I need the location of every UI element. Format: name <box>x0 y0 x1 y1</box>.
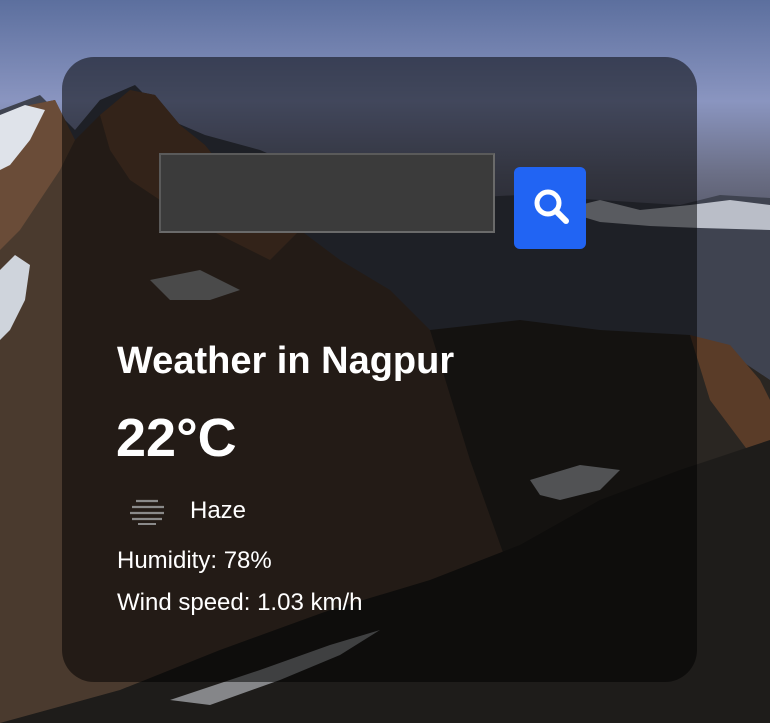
condition-row: Haze <box>128 493 246 529</box>
search-icon <box>534 189 569 224</box>
temperature: 22°C <box>116 408 237 468</box>
wind-speed-text: Wind speed: 1.03 km/h <box>117 589 363 616</box>
weather-card: Weather in Nagpur 22°C Haze Humidity: 78… <box>62 57 697 682</box>
city-title: Weather in Nagpur <box>117 340 455 382</box>
haze-icon <box>130 499 164 525</box>
search-input[interactable] <box>159 153 495 233</box>
humidity-text: Humidity: 78% <box>117 547 272 574</box>
weather-condition: Haze <box>190 497 247 524</box>
search-button[interactable] <box>514 167 586 249</box>
